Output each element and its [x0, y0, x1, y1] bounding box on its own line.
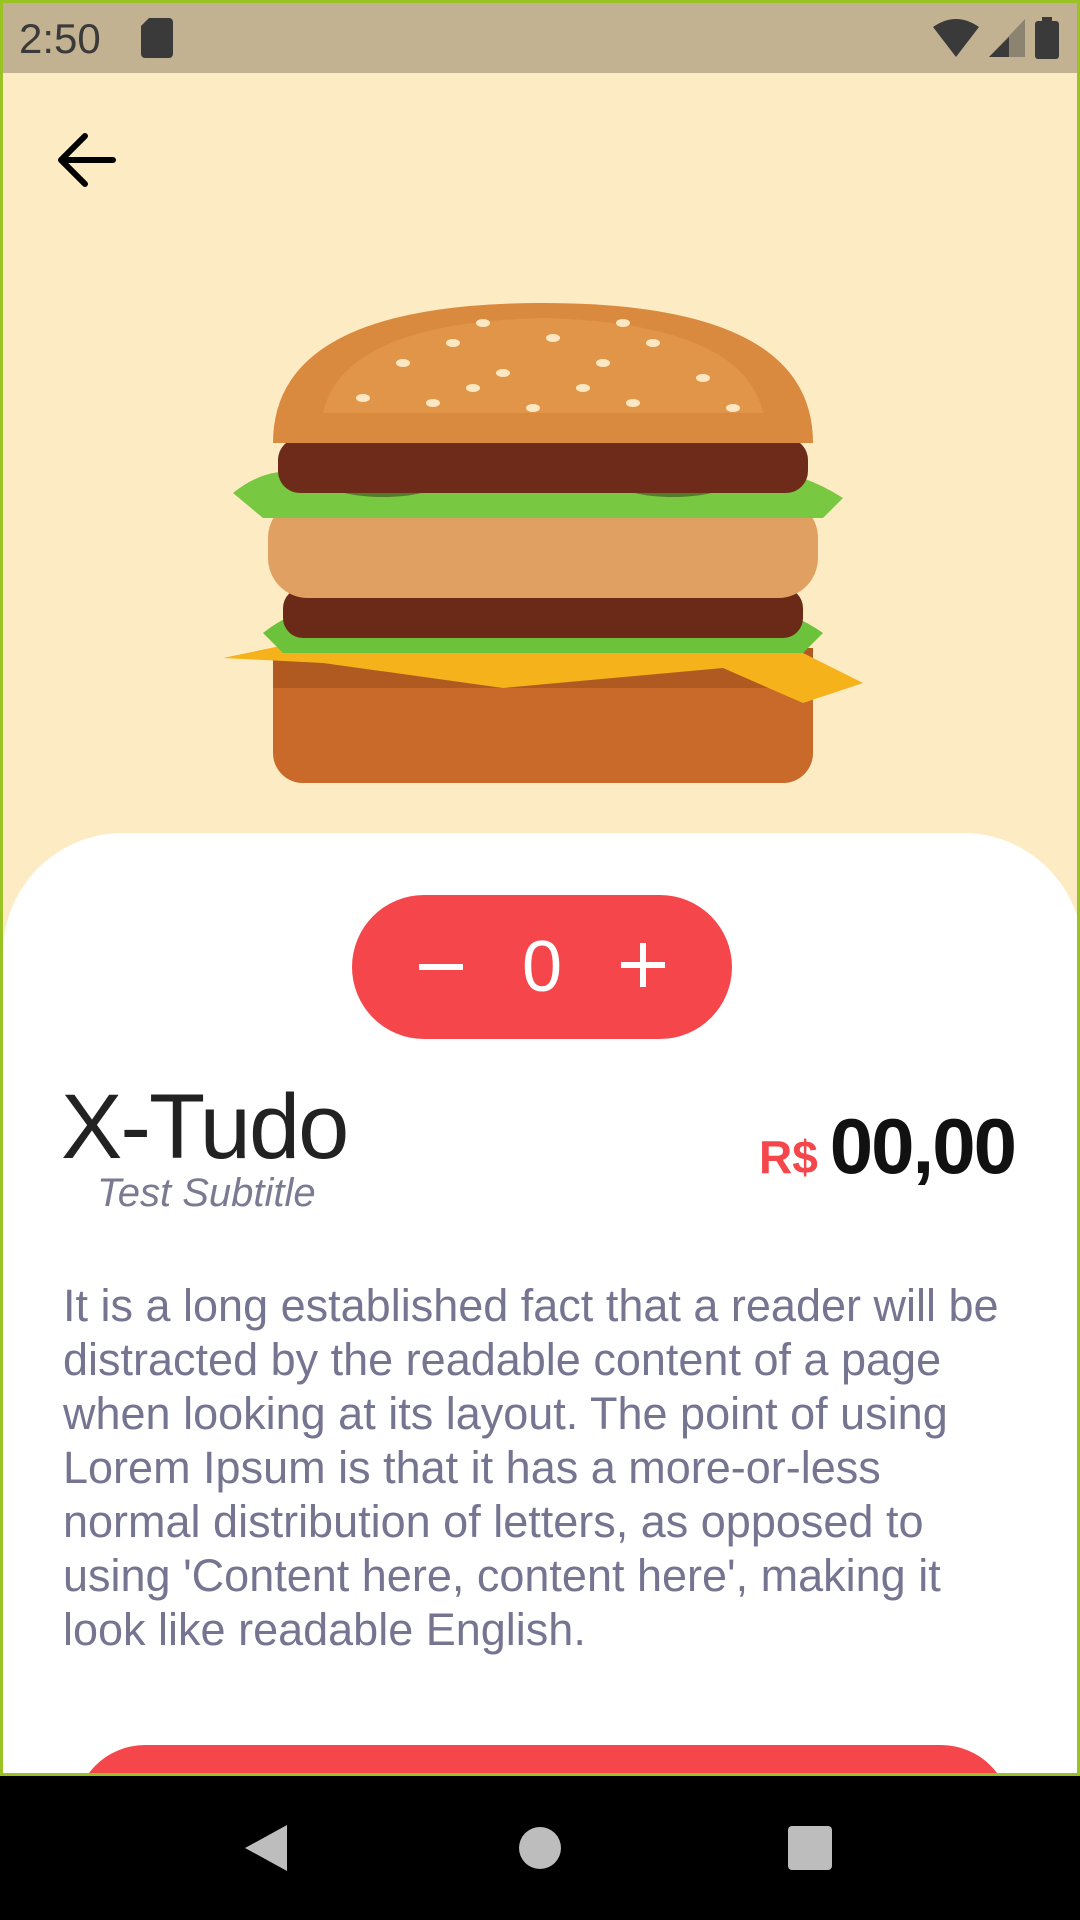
wifi-icon	[933, 19, 979, 62]
status-icons	[933, 17, 1059, 64]
status-time: 2:50	[19, 15, 101, 62]
nav-back-button[interactable]	[226, 1810, 306, 1890]
back-arrow-icon	[53, 133, 123, 199]
app-screen: 2:50 0 X-Tudo Test Subtitle R$ 00,00 It …	[0, 0, 1080, 1776]
minus-icon	[419, 958, 463, 976]
nav-home-icon	[518, 1826, 562, 1875]
product-title: X-Tudo	[61, 1076, 349, 1178]
navigation-bar	[0, 1776, 1080, 1920]
price-value: 00,00	[829, 1102, 1017, 1190]
cellular-signal-icon	[989, 19, 1025, 62]
product-image	[203, 303, 883, 793]
nav-back-icon	[243, 1823, 289, 1878]
nav-recents-icon	[787, 1825, 833, 1876]
quantity-value: 0	[521, 927, 563, 1007]
quantity-stepper: 0	[352, 895, 732, 1039]
product-price: R$ 00,00	[758, 1101, 1017, 1192]
product-description: It is a long established fact that a rea…	[63, 1280, 999, 1655]
plus-icon	[620, 942, 665, 992]
nav-recents-button[interactable]	[770, 1810, 850, 1890]
battery-icon	[1035, 17, 1059, 64]
sd-card-icon	[141, 18, 173, 63]
add-to-cart-button[interactable]	[75, 1745, 1011, 1773]
status-bar: 2:50	[3, 3, 1077, 73]
nav-home-button[interactable]	[500, 1810, 580, 1890]
back-button[interactable]	[53, 125, 123, 195]
increase-quantity-button[interactable]	[618, 942, 668, 992]
price-currency: R$	[758, 1131, 818, 1183]
product-subtitle: Test Subtitle	[97, 1171, 316, 1215]
decrease-quantity-button[interactable]	[416, 942, 466, 992]
